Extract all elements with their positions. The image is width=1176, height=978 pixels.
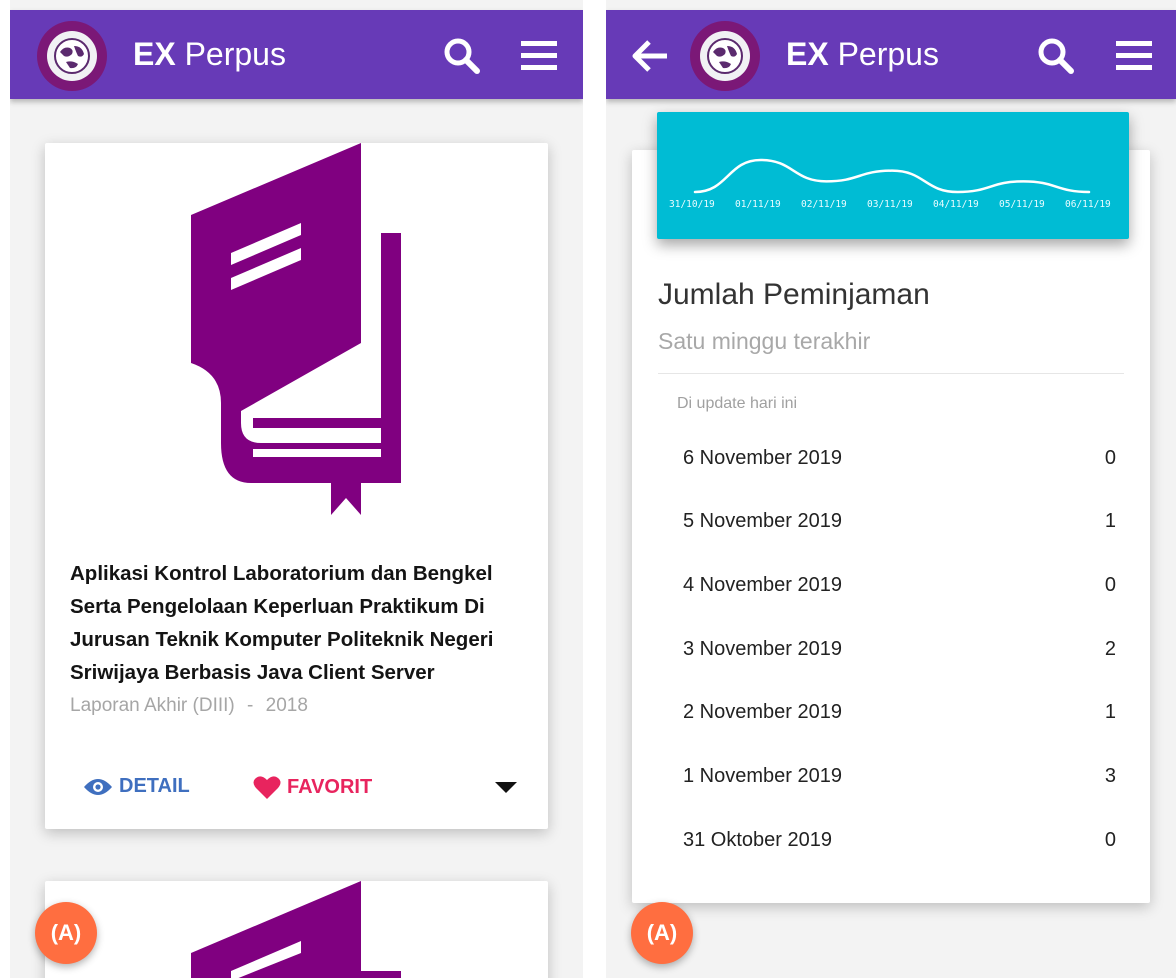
app-title: EX Perpus	[133, 36, 286, 72]
list-item-date: 1 November 2019	[683, 765, 842, 787]
globe-logo-icon	[37, 21, 107, 91]
divider	[658, 373, 1124, 374]
book-type: Laporan Akhir (DIII)	[70, 695, 235, 716]
book-meta: Laporan Akhir (DIII) - 2018	[70, 695, 308, 717]
loan-line-chart: 31/10/19 01/11/19 02/11/19 03/11/19 04/11/19…	[657, 112, 1129, 239]
favorite-button[interactable]: FAVORIT	[253, 775, 372, 800]
broadcast-a-icon: (A)	[646, 920, 678, 945]
list-item: 3 November 2019 2	[658, 629, 1124, 669]
app-bar: EX Perpus	[606, 10, 1176, 99]
x-tick-label: 02/11/19	[801, 199, 847, 210]
book-card: Aplikasi Kontrol Laboratorium dan Bengke…	[45, 143, 548, 829]
x-tick-label: 31/10/19	[669, 199, 715, 210]
meta-separator: -	[247, 695, 254, 716]
book-icon	[191, 143, 401, 515]
app-title: EX Perpus	[786, 36, 939, 72]
list-item: 31 Oktober 2019 0	[658, 820, 1124, 860]
list-item-date: 4 November 2019	[683, 573, 842, 596]
list-item-date: 5 November 2019	[683, 510, 842, 533]
list-item-date: 3 November 2019	[683, 637, 842, 660]
list-item-date: 31 Oktober 2019	[683, 828, 832, 851]
search-icon[interactable]	[440, 34, 484, 78]
detail-label: DETAIL	[119, 775, 190, 797]
list-item-count: 2	[1104, 637, 1116, 660]
list-item: 5 November 2019 1	[658, 502, 1124, 542]
list-item-date: 6 November 2019	[683, 446, 842, 469]
hamburger-menu-icon[interactable]	[1112, 34, 1156, 78]
book-title[interactable]: Aplikasi Kontrol Laboratorium dan Bengke…	[70, 557, 530, 689]
section-subtitle: Satu minggu terakhir	[658, 328, 871, 354]
x-tick-label: 05/11/19	[999, 199, 1045, 210]
app-bar: EX Perpus	[10, 10, 583, 99]
globe-logo-icon	[690, 21, 760, 91]
fab-button[interactable]: (A)	[35, 902, 97, 964]
list-item-count: 3	[1104, 765, 1116, 787]
arrow-left-icon[interactable]	[628, 34, 672, 78]
list-item-count: 0	[1104, 828, 1116, 851]
book-list-screen: EX Perpus Aplikasi Kontrol Laboratorium …	[10, 0, 583, 978]
loan-stats-screen: EX Perpus Jumlah Peminjaman Satu minggu …	[606, 0, 1176, 978]
list-item-count: 0	[1104, 446, 1116, 469]
section-title: Jumlah Peminjaman	[658, 278, 930, 311]
list-item-date: 2 November 2019	[683, 701, 842, 724]
book-icon	[191, 881, 401, 978]
broadcast-a-icon: (A)	[50, 920, 82, 945]
updated-note: Di update hari ini	[677, 395, 798, 412]
eye-icon	[84, 778, 112, 795]
list-item-count: 1	[1104, 701, 1116, 724]
book-year: 2018	[265, 695, 308, 716]
series-line	[693, 158, 1091, 194]
list-item: 6 November 2019 0	[658, 438, 1124, 478]
list-item-count: 0	[1104, 573, 1116, 596]
search-icon[interactable]	[1034, 34, 1078, 78]
x-tick-label: 06/11/19	[1065, 199, 1111, 210]
list-item: 1 November 2019 3	[658, 757, 1124, 797]
book-card-next	[45, 881, 548, 978]
x-tick-label: 03/11/19	[867, 199, 913, 210]
heart-icon	[253, 776, 281, 799]
favorite-label: FAVORIT	[287, 776, 373, 798]
detail-button[interactable]: DETAIL	[83, 775, 190, 798]
x-tick-label: 04/11/19	[933, 199, 979, 210]
hamburger-menu-icon[interactable]	[517, 34, 561, 78]
loan-stats-card: Jumlah Peminjaman Satu minggu terakhir D…	[632, 150, 1150, 903]
caret-down-icon[interactable]	[493, 779, 523, 803]
list-item: 2 November 2019 1	[658, 693, 1124, 733]
list-item-count: 1	[1104, 510, 1116, 533]
list-item: 4 November 2019 0	[658, 565, 1124, 605]
fab-button[interactable]: (A)	[631, 902, 693, 964]
x-tick-label: 01/11/19	[735, 199, 781, 210]
